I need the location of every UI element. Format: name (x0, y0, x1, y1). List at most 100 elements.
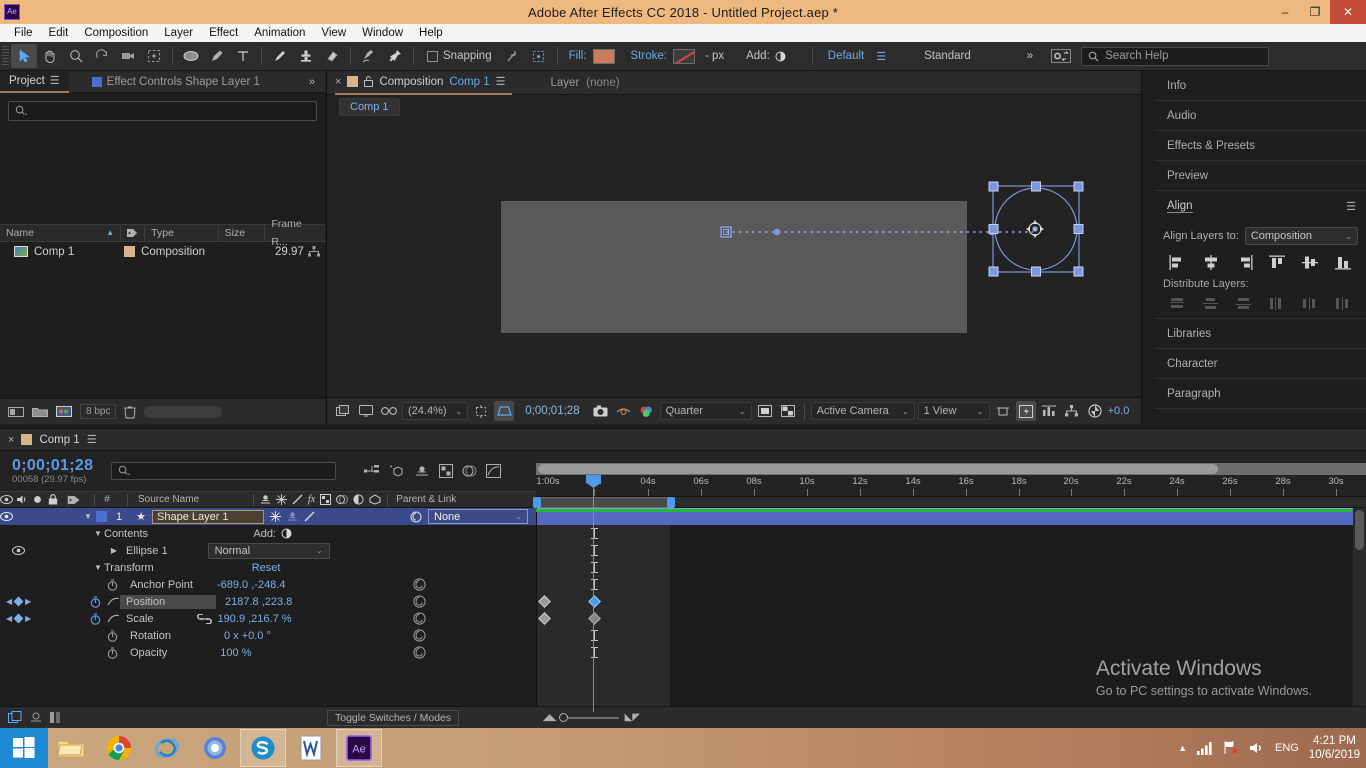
work-area-bar[interactable] (536, 497, 672, 508)
clone-stamp-tool-icon[interactable] (293, 44, 319, 68)
zoom-track[interactable] (563, 717, 619, 719)
scale-expression-icon[interactable] (413, 612, 426, 625)
stroke-label[interactable]: Stroke: (631, 50, 667, 62)
delete-item-icon[interactable] (124, 405, 136, 419)
layer-visibility-icon[interactable] (0, 512, 16, 521)
scale-graph-icon[interactable] (107, 613, 120, 624)
prev-keyframe-icon[interactable]: ◀ (6, 597, 12, 606)
panel-align-header[interactable]: Align ☰ (1155, 191, 1366, 221)
new-folder-icon[interactable] (8, 405, 24, 418)
bit-depth-button[interactable]: 8 bpc (80, 404, 116, 419)
project-search-input[interactable] (8, 101, 317, 121)
close-button[interactable]: ✕ (1330, 0, 1366, 24)
transform-twirl-icon[interactable]: ▼ (92, 563, 104, 572)
timeline-current-timecode[interactable]: 0;00;01;28 (12, 457, 93, 475)
google-chrome-icon[interactable] (96, 729, 142, 767)
tab-project[interactable]: Project ☰ (0, 71, 69, 93)
stroke-width-value[interactable]: - px (705, 50, 724, 62)
toggle-mask-paths-icon[interactable] (755, 401, 775, 421)
timeline-zoom-slider[interactable]: ◢◣ ◣◤ (543, 712, 640, 723)
workspace-overflow-icon[interactable]: » (1027, 50, 1033, 62)
layer-shy-icon[interactable] (287, 511, 298, 522)
comp-tab-close-icon[interactable]: × (335, 76, 341, 88)
camera-view-dropdown[interactable]: Active Camera ⌄ (811, 402, 915, 420)
panel-info[interactable]: Info (1155, 71, 1366, 101)
timeline-horizontal-scrollbar[interactable] (536, 463, 1366, 475)
contents-add-menu-icon[interactable] (281, 528, 292, 539)
property-row-transform[interactable]: ▼ Transform Reset (0, 559, 536, 576)
3d-glasses-icon[interactable] (379, 401, 399, 421)
region-of-interest-icon[interactable] (471, 401, 491, 421)
keyframe-scale-current[interactable] (588, 612, 601, 625)
menu-layer[interactable]: Layer (156, 24, 201, 42)
scale-label[interactable]: Scale (120, 613, 154, 625)
scale-stopwatch-icon[interactable] (90, 613, 103, 625)
layer-switches-footer-icon[interactable] (49, 711, 61, 724)
menu-window[interactable]: Window (354, 24, 411, 42)
channel-rgb-icon[interactable] (637, 401, 657, 421)
eraser-tool-icon[interactable] (319, 44, 345, 68)
shape-tool-icon[interactable] (178, 44, 204, 68)
keyframe-position-start[interactable] (538, 595, 551, 608)
align-left-icon[interactable] (1167, 253, 1189, 271)
internet-explorer-icon[interactable] (144, 729, 190, 767)
enable-motion-blur-icon[interactable] (462, 464, 477, 478)
panel-effects-presets[interactable]: Effects & Presets (1155, 131, 1366, 161)
work-area-end-handle[interactable] (667, 497, 675, 508)
layer-parent-pick-whip-icon[interactable] (410, 511, 422, 523)
next-keyframe-icon[interactable]: ▶ (25, 597, 31, 606)
rotation-expression-icon[interactable] (413, 629, 426, 642)
exposure-value[interactable]: +0.0 (1108, 405, 1130, 417)
position-label[interactable]: Position (120, 595, 216, 609)
exposure-reset-icon[interactable] (1085, 401, 1105, 421)
snapping-target-icon[interactable] (526, 44, 552, 68)
layer-name[interactable]: Shape Layer 1 (152, 510, 264, 524)
timeline-scrollbar-thumb[interactable] (1355, 510, 1364, 550)
ellipse-visibility-icon[interactable] (12, 546, 25, 555)
type-tool-icon[interactable] (230, 44, 256, 68)
breadcrumb-comp1[interactable]: Comp 1 (339, 98, 400, 116)
language-indicator[interactable]: ENG (1275, 742, 1299, 754)
tab-composition[interactable]: × Composition Comp 1 ☰ (335, 71, 512, 95)
menu-composition[interactable]: Composition (76, 24, 156, 42)
timeline-ruler[interactable]: 1:00s 02s 04s 06s 08s 10s 12s 14s 16s 18… (536, 463, 1366, 493)
position-expression-icon[interactable] (413, 595, 426, 608)
work-area-start-handle[interactable] (533, 497, 541, 508)
keyframe-toggle-icon[interactable] (14, 597, 24, 607)
opacity-expression-icon[interactable] (413, 646, 426, 659)
selection-tool-icon[interactable] (11, 44, 37, 68)
panel-preview[interactable]: Preview (1155, 161, 1366, 191)
stroke-color-swatch[interactable] (673, 49, 695, 64)
tab-effect-controls[interactable]: Effect Controls Shape Layer 1 (83, 71, 269, 93)
rotation-tool-icon[interactable] (89, 44, 115, 68)
rotation-stopwatch-icon[interactable] (107, 630, 120, 642)
enable-frame-blending-icon[interactable] (439, 464, 453, 478)
network-error-icon[interactable] (1223, 741, 1239, 755)
project-tabs-overflow-icon[interactable]: » (309, 76, 315, 88)
next-keyframe-icon-scale[interactable]: ▶ (25, 614, 31, 623)
opacity-value[interactable]: 100 % (220, 647, 251, 659)
comp-lock-icon[interactable] (364, 76, 373, 87)
pixel-aspect-correction-icon[interactable] (993, 401, 1013, 421)
keyframe-toggle-icon-scale[interactable] (14, 614, 24, 624)
workspace-menu-icon[interactable]: ☰ (876, 50, 886, 63)
opacity-stopwatch-icon[interactable] (107, 647, 120, 659)
composition-viewer[interactable] (327, 119, 1141, 396)
brush-tool-icon[interactable] (267, 44, 293, 68)
scale-link-icon[interactable] (197, 614, 212, 624)
timeline-tab-close-icon[interactable]: × (8, 434, 14, 446)
workspace-settings-icon[interactable] (1051, 49, 1071, 63)
comp-current-time[interactable]: 0;00;01;28 (517, 405, 587, 417)
timeline-search-input[interactable] (111, 462, 336, 480)
layer-collapse-transform-icon[interactable] (270, 511, 281, 522)
add-menu-icon[interactable] (775, 51, 786, 62)
search-help-input[interactable]: Search Help (1081, 47, 1269, 66)
cortana-icon[interactable] (192, 729, 238, 767)
timeline-playhead[interactable] (593, 475, 594, 712)
kf-row-ellipse1[interactable] (537, 542, 1353, 559)
prev-keyframe-icon-scale[interactable]: ◀ (6, 614, 12, 623)
resolution-dropdown[interactable]: Quarter ⌄ (660, 402, 752, 420)
comp-flowchart-footer-icon[interactable] (8, 711, 23, 724)
project-item-label-color[interactable] (124, 246, 135, 257)
minimize-button[interactable]: – (1270, 0, 1300, 24)
